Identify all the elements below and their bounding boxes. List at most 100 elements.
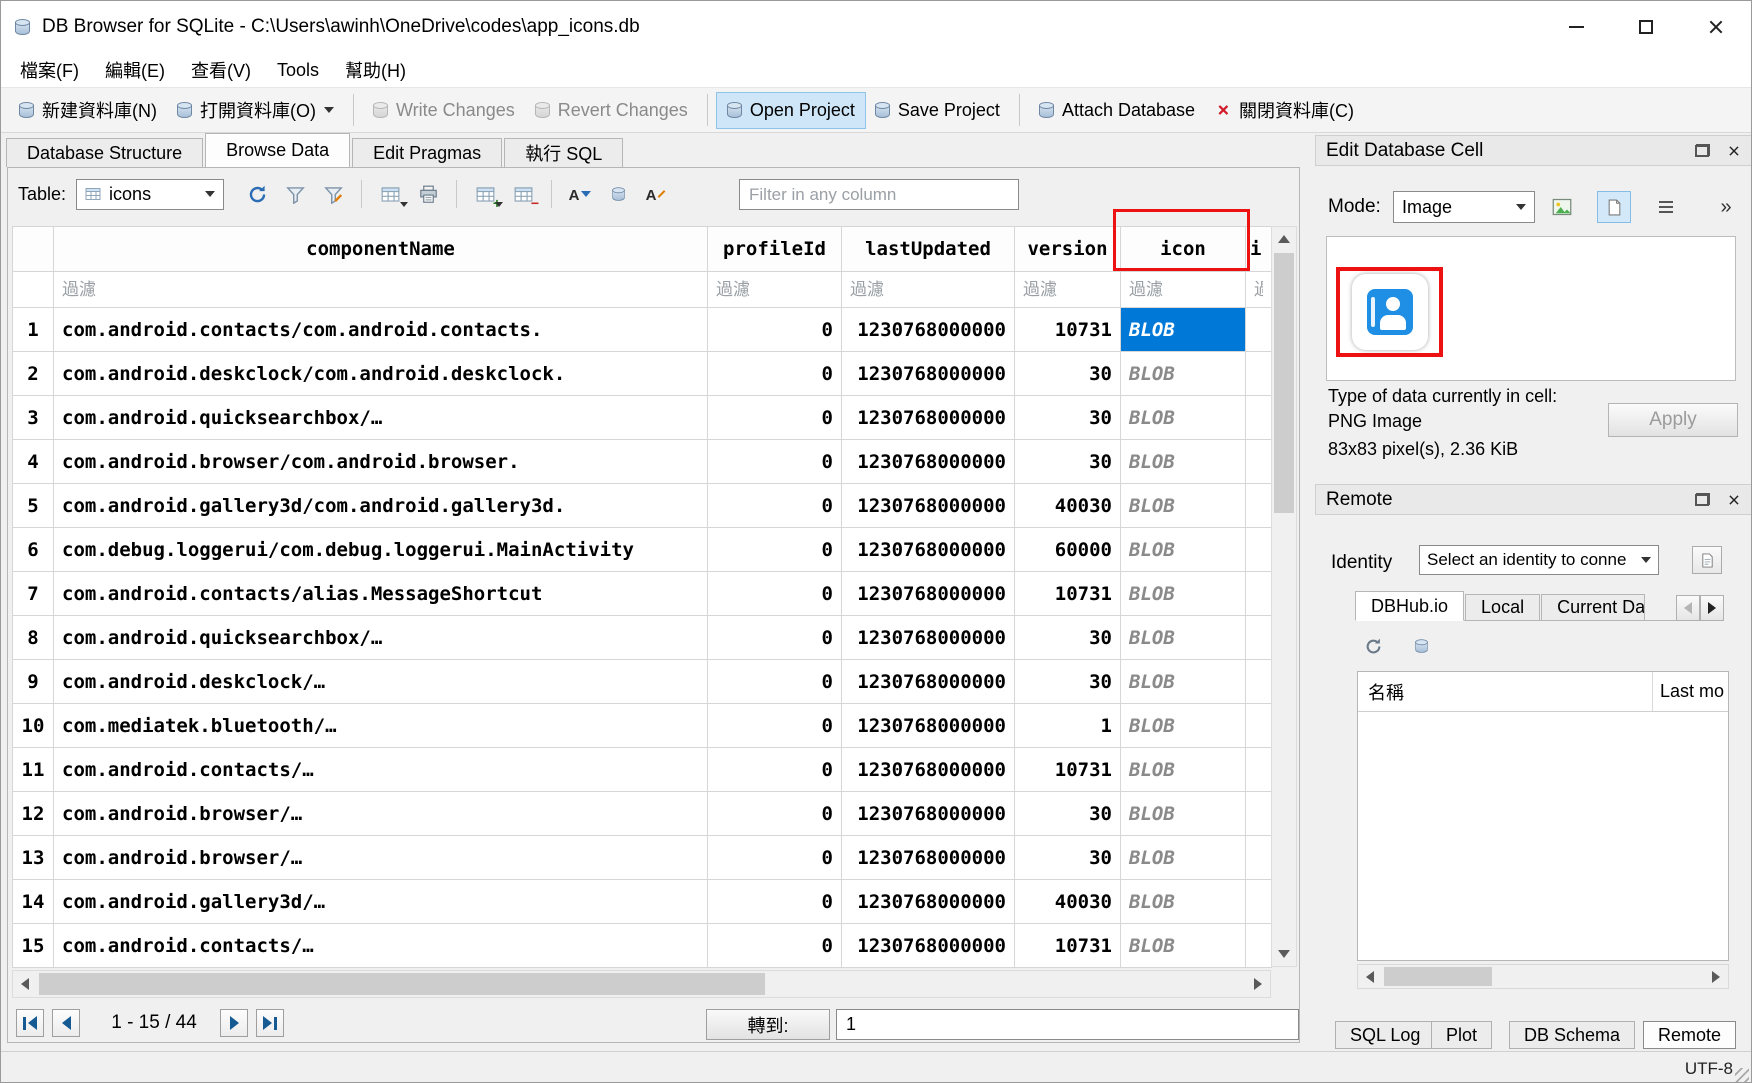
document-view-button[interactable] xyxy=(1597,191,1631,223)
cell-extra[interactable] xyxy=(1246,616,1272,660)
cell-profileid[interactable]: 0 xyxy=(708,352,842,396)
cell-icon[interactable]: BLOB xyxy=(1121,704,1246,748)
more-options-button[interactable] xyxy=(1711,192,1741,222)
previous-page-button[interactable] xyxy=(52,1009,80,1037)
cell-extra[interactable] xyxy=(1246,924,1272,968)
cell-lastupdated[interactable]: 1230768000000 xyxy=(842,748,1015,792)
insert-record-button[interactable] xyxy=(466,176,504,212)
cell-lastupdated[interactable]: 1230768000000 xyxy=(842,880,1015,924)
next-page-button[interactable] xyxy=(220,1009,248,1037)
cell-version[interactable]: 40030 xyxy=(1015,484,1121,528)
cell-profileid[interactable]: 0 xyxy=(708,880,842,924)
cell-icon[interactable]: BLOB xyxy=(1121,440,1246,484)
menu-edit[interactable]: 編輯(E) xyxy=(92,53,178,87)
table-row[interactable]: 3 com.android.quicksearchbox/… 0 1230768… xyxy=(13,396,1272,440)
tab-browse-data[interactable]: Browse Data xyxy=(205,133,350,167)
cell-componentname[interactable]: com.android.browser/com.android.browser. xyxy=(54,440,708,484)
revert-changes-button[interactable]: Revert Changes xyxy=(525,93,698,128)
menu-view[interactable]: 查看(V) xyxy=(178,53,264,87)
column-header-extra[interactable]: i xyxy=(1246,227,1272,272)
cell-lastupdated[interactable]: 1230768000000 xyxy=(842,484,1015,528)
cell-version[interactable]: 60000 xyxy=(1015,528,1121,572)
column-settings-button[interactable] xyxy=(561,176,599,212)
row-number[interactable]: 15 xyxy=(13,924,54,968)
cell-profileid[interactable]: 0 xyxy=(708,704,842,748)
open-project-button[interactable]: Open Project xyxy=(717,93,865,128)
column-header-version[interactable]: version xyxy=(1015,227,1121,272)
cell-icon[interactable]: BLOB xyxy=(1121,924,1246,968)
attach-database-button[interactable]: Attach Database xyxy=(1029,93,1205,128)
cell-componentname[interactable]: com.android.contacts/… xyxy=(54,924,708,968)
row-number[interactable]: 12 xyxy=(13,792,54,836)
cell-icon[interactable]: BLOB xyxy=(1121,836,1246,880)
cell-extra[interactable] xyxy=(1246,396,1272,440)
name-column-header[interactable]: 名稱 xyxy=(1358,672,1653,711)
first-page-button[interactable] xyxy=(16,1009,44,1037)
remote-scroll-thumb[interactable] xyxy=(1384,967,1492,986)
table-row[interactable]: 7 com.android.contacts/alias.MessageShor… xyxy=(13,572,1272,616)
cell-componentname[interactable]: com.android.browser/… xyxy=(54,836,708,880)
row-number[interactable]: 11 xyxy=(13,748,54,792)
last-page-button[interactable] xyxy=(256,1009,284,1037)
identity-select[interactable]: Select an identity to conne xyxy=(1419,545,1659,575)
cell-profileid[interactable]: 0 xyxy=(708,396,842,440)
cell-extra[interactable] xyxy=(1246,836,1272,880)
row-number[interactable]: 8 xyxy=(13,616,54,660)
column-header-componentname[interactable]: componentName xyxy=(54,227,708,272)
delete-record-button[interactable] xyxy=(504,176,542,212)
row-number[interactable]: 10 xyxy=(13,704,54,748)
write-changes-button[interactable]: Write Changes xyxy=(363,93,525,128)
cell-componentname[interactable]: com.android.gallery3d/… xyxy=(54,880,708,924)
close-button[interactable] xyxy=(1681,1,1751,53)
filter-input-profileid[interactable] xyxy=(708,272,841,307)
horizontal-scroll-thumb[interactable] xyxy=(39,973,765,995)
cell-lastupdated[interactable]: 1230768000000 xyxy=(842,836,1015,880)
cell-componentname[interactable]: com.android.contacts/com.android.contact… xyxy=(54,308,708,352)
cell-version[interactable]: 10731 xyxy=(1015,748,1121,792)
column-header-lastupdated[interactable]: lastUpdated xyxy=(842,227,1015,272)
scroll-up-button[interactable] xyxy=(1272,227,1296,251)
apply-button[interactable]: Apply xyxy=(1608,403,1738,437)
cell-profileid[interactable]: 0 xyxy=(708,792,842,836)
cell-icon[interactable]: BLOB xyxy=(1121,308,1246,352)
cell-version[interactable]: 30 xyxy=(1015,836,1121,880)
table-row[interactable]: 14 com.android.gallery3d/… 0 12307680000… xyxy=(13,880,1272,924)
cell-extra[interactable] xyxy=(1246,704,1272,748)
refresh-button[interactable] xyxy=(238,176,276,212)
tab-db-schema[interactable]: DB Schema xyxy=(1509,1021,1635,1049)
cell-lastupdated[interactable]: 1230768000000 xyxy=(842,308,1015,352)
cell-version[interactable]: 30 xyxy=(1015,352,1121,396)
table-row[interactable]: 2 com.android.deskclock/com.android.desk… xyxy=(13,352,1272,396)
table-select[interactable]: icons xyxy=(76,179,224,210)
tab-remote[interactable]: Remote xyxy=(1643,1021,1736,1049)
cell-extra[interactable] xyxy=(1246,528,1272,572)
row-number[interactable]: 5 xyxy=(13,484,54,528)
tab-plot[interactable]: Plot xyxy=(1431,1021,1492,1049)
cell-version[interactable]: 30 xyxy=(1015,440,1121,484)
cell-icon[interactable]: BLOB xyxy=(1121,616,1246,660)
filter-input-extra[interactable] xyxy=(1246,272,1271,307)
table-row[interactable]: 5 com.android.gallery3d/com.android.gall… xyxy=(13,484,1272,528)
cell-profileid[interactable]: 0 xyxy=(708,924,842,968)
cell-componentname[interactable]: com.android.contacts/… xyxy=(54,748,708,792)
cell-icon[interactable]: BLOB xyxy=(1121,792,1246,836)
float-dock-icon[interactable] xyxy=(1695,493,1710,506)
display-format-button[interactable] xyxy=(637,176,675,212)
cell-extra[interactable] xyxy=(1246,880,1272,924)
cell-icon[interactable]: BLOB xyxy=(1121,396,1246,440)
table-row[interactable]: 4 com.android.browser/com.android.browse… xyxy=(13,440,1272,484)
table-row[interactable]: 8 com.android.quicksearchbox/… 0 1230768… xyxy=(13,616,1272,660)
cell-componentname[interactable]: com.mediatek.bluetooth/… xyxy=(54,704,708,748)
cell-lastupdated[interactable]: 1230768000000 xyxy=(842,396,1015,440)
remote-tab-current-database[interactable]: Current Dat xyxy=(1541,594,1645,620)
row-number[interactable]: 1 xyxy=(13,308,54,352)
print-button[interactable] xyxy=(409,176,447,212)
filter-input-icon[interactable] xyxy=(1121,272,1245,307)
open-database-button[interactable]: 打開資料庫(O) xyxy=(167,90,344,130)
clone-database-button[interactable] xyxy=(1407,632,1435,660)
filter-options-button[interactable] xyxy=(314,176,352,212)
cell-profileid[interactable]: 0 xyxy=(708,528,842,572)
cell-version[interactable]: 10731 xyxy=(1015,572,1121,616)
cell-extra[interactable] xyxy=(1246,792,1272,836)
scroll-right-button[interactable] xyxy=(1246,971,1270,997)
